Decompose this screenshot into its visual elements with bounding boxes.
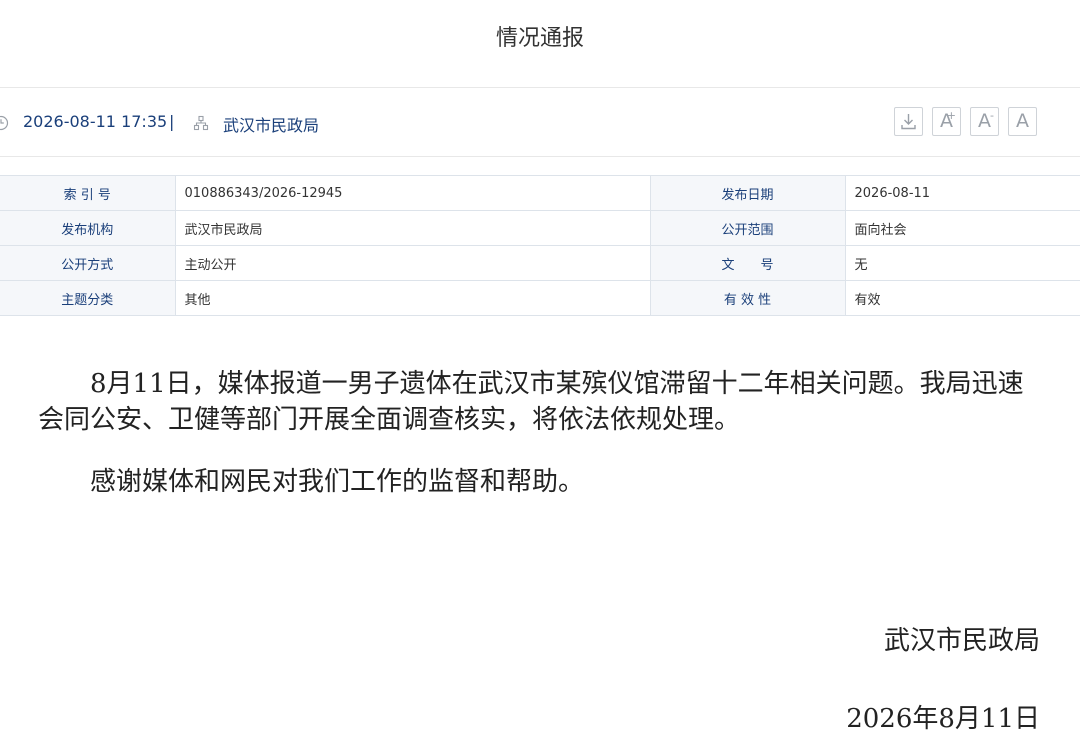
clock-icon (0, 115, 9, 135)
signature-date: 2026年8月11日 (846, 704, 1040, 734)
doc-number-label: 文 号 (650, 245, 846, 281)
font-default-button[interactable]: A (1008, 107, 1037, 136)
download-button[interactable] (894, 107, 923, 136)
issuer-value: 武汉市民政局 (175, 210, 651, 246)
info-table: 索 引 号 010886343/2026-12945 发布日期 2026-08-… (0, 175, 1080, 316)
publish-date-label: 发布日期 (650, 175, 846, 211)
disclosure-method-value: 主动公开 (175, 245, 651, 281)
font-decrease-button[interactable]: A- (970, 107, 999, 136)
signature-org: 武汉市民政局 (883, 626, 1040, 656)
font-increase-button[interactable]: A + (932, 107, 961, 136)
publisher-link[interactable]: 武汉市民政局 (223, 112, 319, 136)
disclosure-method-label: 公开方式 (0, 245, 176, 281)
publish-date-value: 2026-08-11 (845, 175, 1080, 211)
table-row: 公开方式 主动公开 文 号 无 (0, 245, 1080, 281)
topic-label: 主题分类 (0, 280, 176, 316)
validity-label: 有 效 性 (650, 280, 846, 316)
article-body: 8月11日，媒体报道一男子遗体在武汉市某殡仪馆滞留十二年相关问题。我局迅速会同公… (38, 366, 1038, 500)
index-no-label: 索 引 号 (0, 175, 176, 211)
font-default-label: A (1016, 110, 1029, 132)
table-row: 发布机构 武汉市民政局 公开范围 面向社会 (0, 210, 1080, 246)
font-increase-sign: + (946, 109, 956, 122)
validity-value: 有效 (845, 280, 1080, 316)
body-paragraph: 感谢媒体和网民对我们工作的监督和帮助。 (90, 467, 585, 497)
topic-value: 其他 (175, 280, 651, 316)
scope-value: 面向社会 (845, 210, 1080, 246)
org-icon (193, 115, 209, 135)
doc-number-value: 无 (845, 245, 1080, 281)
publish-datetime: 2026-08-11 17:35 (23, 112, 168, 131)
page-title: 情况通报 (495, 26, 584, 51)
body-paragraph: 8月11日，媒体报道一男子遗体在武汉市某殡仪馆滞留十二年相关问题。我局迅速会同公… (38, 369, 1024, 435)
download-icon (901, 114, 916, 130)
index-no-value: 010886343/2026-12945 (175, 175, 651, 211)
table-row: 索 引 号 010886343/2026-12945 发布日期 2026-08-… (0, 175, 1080, 211)
meta-bar: 2026-08-11 17:35 | 武汉市民政局 A + A- A (0, 87, 1080, 157)
scope-label: 公开范围 (650, 210, 846, 246)
table-row: 主题分类 其他 有 效 性 有效 (0, 280, 1080, 316)
meta-separator: | (169, 112, 175, 131)
issuer-label: 发布机构 (0, 210, 176, 246)
font-decrease-sign: - (990, 109, 994, 122)
